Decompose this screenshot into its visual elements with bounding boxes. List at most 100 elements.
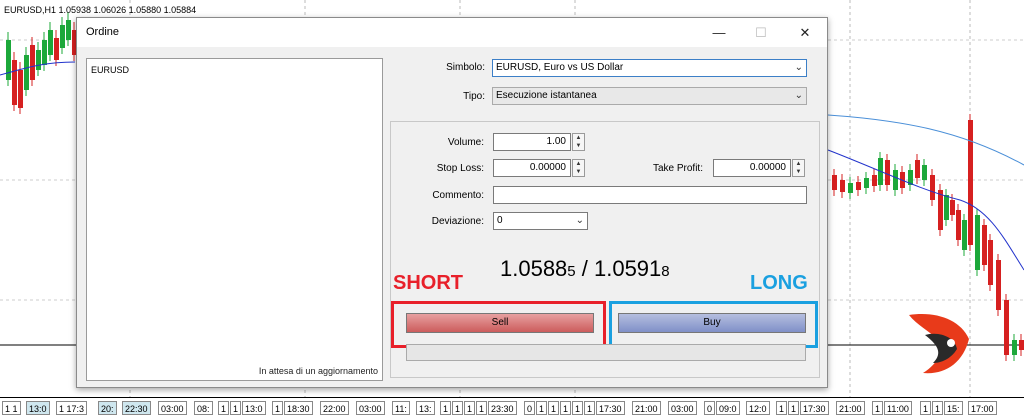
- comment-input[interactable]: [493, 186, 807, 204]
- candle-body: [968, 120, 973, 245]
- time-axis-label: 13:: [416, 401, 435, 415]
- candle-body: [922, 165, 927, 180]
- candle-body: [996, 260, 1001, 310]
- time-axis-label: 1: [464, 401, 476, 415]
- time-axis-label: 22:30: [122, 401, 151, 415]
- order-type-value: Esecuzione istantanea: [496, 90, 597, 101]
- commento-label: Commento:: [432, 190, 484, 201]
- buy-button[interactable]: Buy: [618, 313, 806, 333]
- deviation-select[interactable]: 0 ⌄: [493, 212, 588, 230]
- candle-body: [982, 225, 987, 265]
- long-annotation: LONG: [750, 272, 808, 294]
- dialog-title: Ordine: [86, 26, 120, 38]
- order-type-select[interactable]: Esecuzione istantanea ⌄: [492, 87, 807, 105]
- time-axis-label: 11:00: [884, 401, 912, 415]
- time-axis-label: 1: [788, 401, 800, 415]
- time-axis-label: 03:00: [356, 401, 385, 415]
- arrow-down-icon[interactable]: ▼: [573, 168, 584, 176]
- time-axis-label: 1: [932, 401, 944, 415]
- candle-body: [1012, 340, 1017, 355]
- time-axis-label: 1: [776, 401, 788, 415]
- candle-body: [832, 175, 837, 190]
- maximize-button[interactable]: ☐: [743, 18, 779, 47]
- dialog-titlebar[interactable]: Ordine — ☐ ✕: [77, 18, 827, 47]
- time-axis-label: 11:: [392, 401, 410, 415]
- arrow-up-icon[interactable]: ▲: [573, 160, 584, 168]
- candle-body: [848, 183, 853, 193]
- time-axis-label: 0: [524, 401, 536, 415]
- time-axis-label: 17:30: [596, 401, 625, 415]
- volume-spinner[interactable]: ▲ ▼: [572, 133, 585, 151]
- time-axis-label: 1: [572, 401, 584, 415]
- simbolo-label: Simbolo:: [446, 62, 485, 73]
- chevron-down-icon: ⌄: [575, 215, 584, 226]
- deviazione-label: Deviazione:: [431, 216, 484, 227]
- arrow-up-icon[interactable]: ▲: [573, 134, 584, 142]
- sell-button[interactable]: Sell: [406, 313, 594, 333]
- candle-body: [950, 200, 955, 215]
- logo-icon: [909, 314, 969, 374]
- candle-body: [24, 55, 29, 90]
- candle-body: [6, 40, 11, 80]
- ask-price: 1.0591: [593, 256, 662, 281]
- arrow-down-icon[interactable]: ▼: [573, 142, 584, 150]
- time-axis-label: 21:00: [836, 401, 865, 415]
- tick-chart-panel: EURUSD In attesa di un aggiornamento: [86, 58, 383, 381]
- minimize-button[interactable]: —: [701, 18, 737, 47]
- time-axis-label: 1: [560, 401, 572, 415]
- stoploss-spinner[interactable]: ▲ ▼: [572, 159, 585, 177]
- candle-body: [988, 240, 993, 285]
- candle-body: [893, 170, 898, 190]
- tipo-label: Tipo:: [463, 91, 485, 102]
- time-axis-label: 0: [704, 401, 716, 415]
- candle-body: [944, 195, 949, 220]
- time-axis-label: 23:30: [488, 401, 517, 415]
- close-button[interactable]: ✕: [787, 18, 823, 47]
- time-axis-label: 13:0: [242, 401, 266, 415]
- bid-price: 1.0588: [500, 256, 568, 281]
- time-axis-label: 09:0: [716, 401, 740, 415]
- candle-body: [1004, 300, 1009, 355]
- time-axis-label: 1: [584, 401, 596, 415]
- time-axis-label: 20:: [98, 401, 117, 415]
- ask-price-pipette: 8: [661, 263, 670, 280]
- progress-bar: [406, 344, 806, 361]
- candle-body: [956, 210, 961, 240]
- deviation-value: 0: [497, 215, 503, 226]
- stage: EURUSD,H1 1.05938 1.06026 1.05880 1.0588…: [0, 0, 1024, 419]
- candle-body: [856, 182, 861, 190]
- arrow-up-icon[interactable]: ▲: [793, 160, 804, 168]
- time-axis-label: 17:00: [968, 401, 997, 415]
- time-axis-label: 03:00: [158, 401, 187, 415]
- candle-body: [840, 180, 845, 192]
- candle-body: [930, 175, 935, 200]
- takeprofit-input[interactable]: 0.00000: [713, 159, 791, 177]
- time-axis-label: 21:00: [632, 401, 661, 415]
- moving-average-line-2: [827, 114, 1024, 166]
- time-axis-label: 1: [920, 401, 932, 415]
- time-axis-label: 22:00: [320, 401, 349, 415]
- candle-body: [30, 45, 35, 80]
- arrow-down-icon[interactable]: ▼: [793, 168, 804, 176]
- bid-ask-prices: 1.05885 / 1.05918: [500, 256, 670, 282]
- order-dialog: Ordine — ☐ ✕ EURUSD In attesa di un aggi…: [76, 17, 828, 388]
- candle-body: [885, 160, 890, 185]
- time-axis-label: 1: [218, 401, 230, 415]
- bid-price-pipette: 5: [567, 263, 576, 280]
- stoploss-input[interactable]: 0.00000: [493, 159, 571, 177]
- symbol-select-value: EURUSD, Euro vs US Dollar: [496, 62, 624, 73]
- candle-body: [962, 220, 967, 250]
- symbol-select[interactable]: EURUSD, Euro vs US Dollar ⌄: [492, 59, 807, 77]
- short-annotation: SHORT: [393, 272, 463, 294]
- candle-body: [975, 215, 980, 270]
- volume-input[interactable]: 1.00: [493, 133, 571, 151]
- candle-body: [60, 25, 65, 48]
- time-axis-label: 1: [548, 401, 560, 415]
- takeprofit-spinner[interactable]: ▲ ▼: [792, 159, 805, 177]
- chevron-down-icon: ⌄: [794, 90, 803, 101]
- time-axis-label: 15:: [944, 401, 963, 415]
- time-axis-label: 1: [440, 401, 452, 415]
- candle-body: [66, 20, 71, 40]
- chevron-down-icon: ⌄: [794, 62, 803, 73]
- volume-label: Volume:: [447, 137, 484, 148]
